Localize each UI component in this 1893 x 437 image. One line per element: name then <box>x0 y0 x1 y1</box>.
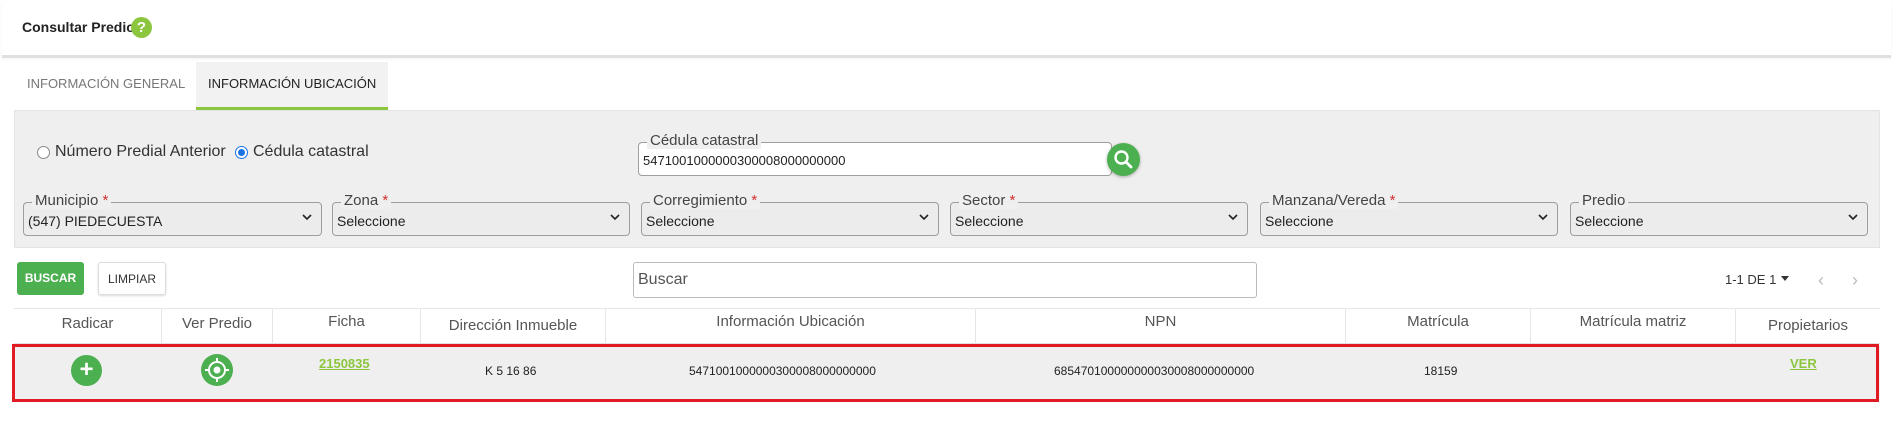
field-label: Corregimiento * <box>650 193 761 209</box>
municipio-select[interactable]: Municipio * (547) PIEDECUESTA <box>23 193 322 236</box>
ubicacion-cell: 5471001000000300008000000000 <box>689 364 876 378</box>
column-header-npn[interactable]: NPN <box>976 309 1346 345</box>
radio-cedula-catastral[interactable]: Cédula catastral <box>235 143 369 161</box>
column-header-matricula-matriz[interactable]: Matrícula matriz <box>1531 309 1736 345</box>
radio-label: Número Predial Anterior <box>55 143 226 160</box>
radicar-plus-button[interactable]: + <box>71 355 102 386</box>
column-header-ver-predio: Ver Predio <box>162 309 273 345</box>
search-icon <box>1114 150 1133 169</box>
select-value: (547) PIEDECUESTA <box>28 213 163 229</box>
chevron-down-icon <box>610 214 620 221</box>
predio-select[interactable]: Predio Seleccione <box>1570 193 1868 236</box>
table-header: Radicar Ver Predio Ficha Dirección Inmue… <box>14 308 1880 345</box>
column-header-direccion: Dirección Inmueble <box>421 309 606 345</box>
search-cedula-button[interactable] <box>1107 143 1140 176</box>
field-label: Municipio * <box>32 193 112 209</box>
zona-select[interactable]: Zona * Seleccione <box>332 193 630 236</box>
npn-cell: 685470100000000030008000000000 <box>1054 364 1255 378</box>
ver-predio-button[interactable] <box>201 354 233 386</box>
chevron-left-icon[interactable]: ‹ <box>1818 270 1824 291</box>
direccion-cell: K 5 16 86 <box>485 364 537 378</box>
table-search-input[interactable] <box>634 263 1256 297</box>
column-header-radicar: Radicar <box>14 309 162 345</box>
limpiar-button[interactable]: LIMPIAR <box>98 262 166 295</box>
column-header-ubicacion[interactable]: Información Ubicación <box>606 309 976 345</box>
cedula-catastral-field[interactable]: Cédula catastral 54710010000003000080000… <box>638 133 1112 176</box>
manzana-vereda-select[interactable]: Manzana/Vereda * Seleccione <box>1260 193 1558 236</box>
table-row: + 2150835 K 5 16 86 54710010000003000080… <box>14 346 1880 400</box>
page-title: Consultar Predio <box>22 19 135 35</box>
field-label: Zona * <box>341 193 392 209</box>
chevron-down-icon <box>1228 214 1238 221</box>
target-icon <box>205 358 229 382</box>
select-value: Seleccione <box>1265 213 1334 229</box>
help-icon[interactable]: ? <box>131 17 152 38</box>
chevron-right-icon[interactable]: › <box>1852 270 1858 291</box>
chevron-down-icon <box>919 214 929 221</box>
select-value: Seleccione <box>955 213 1024 229</box>
chevron-down-icon <box>1538 214 1548 221</box>
radio-circle[interactable] <box>37 145 50 159</box>
select-value: Seleccione <box>1575 213 1644 229</box>
column-header-propietarios: Propietarios <box>1767 317 1849 334</box>
propietarios-ver-link[interactable]: VER <box>1790 356 1817 371</box>
tab-informacion-general[interactable]: INFORMACIÓN GENERAL <box>12 62 194 110</box>
buscar-button[interactable]: BUSCAR <box>17 262 84 295</box>
select-value: Seleccione <box>337 213 406 229</box>
column-header-matricula[interactable]: Matrícula <box>1346 309 1531 345</box>
field-label: Sector * <box>959 193 1019 209</box>
field-label: Cédula catastral <box>647 133 762 149</box>
matricula-cell: 18159 <box>1424 364 1458 378</box>
chevron-down-icon <box>1848 214 1858 221</box>
table-search-box[interactable] <box>633 262 1257 298</box>
chevron-down-icon <box>302 214 312 221</box>
cedula-catastral-input[interactable]: 5471001000000300008000000000 <box>643 153 845 168</box>
field-label: Predio <box>1579 193 1629 209</box>
radio-label: Cédula catastral <box>253 143 369 160</box>
pager-range[interactable]: 1-1 DE 1 <box>1725 272 1776 287</box>
sector-select[interactable]: Sector * Seleccione <box>950 193 1248 236</box>
select-value: Seleccione <box>646 213 715 229</box>
column-header-ficha[interactable]: Ficha <box>273 309 421 345</box>
field-label: Manzana/Vereda * <box>1269 193 1399 209</box>
corregimiento-select[interactable]: Corregimiento * Seleccione <box>641 193 939 236</box>
filter-panel: Número Predial Anterior Cédula catastral… <box>14 110 1880 248</box>
radio-circle-selected[interactable] <box>235 145 248 159</box>
radio-numero-predial-anterior[interactable]: Número Predial Anterior <box>37 143 226 161</box>
caret-down-icon[interactable] <box>1781 276 1789 281</box>
tab-informacion-ubicacion[interactable]: INFORMACIÓN UBICACIÓN <box>196 62 388 110</box>
ficha-link[interactable]: 2150835 <box>319 356 370 371</box>
page-header: Consultar Predio ? <box>2 2 1891 58</box>
